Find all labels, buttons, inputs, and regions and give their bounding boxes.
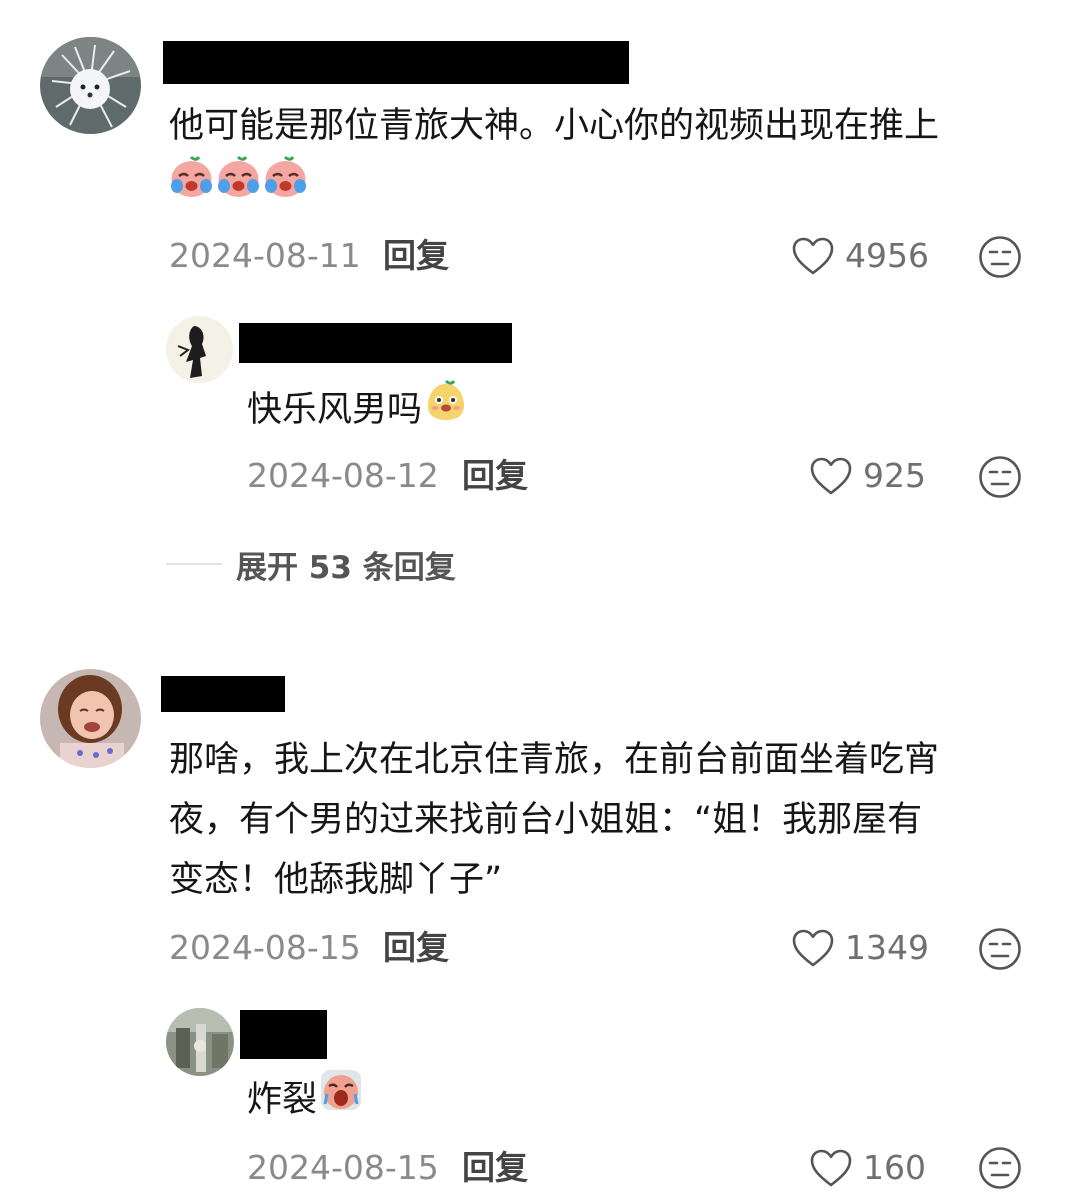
comment-text: 他可能是那位青旅大神。小心你的视频出现在推上 bbox=[169, 96, 939, 156]
redacted-username bbox=[161, 676, 285, 712]
comment-text-line: 那啥，我上次在北京住青旅，在前台前面坐着吃宵 bbox=[169, 740, 940, 780]
like-count: 925 bbox=[863, 456, 926, 495]
reply-date: 2024-08-15 bbox=[247, 1148, 439, 1187]
expand-replies-button[interactable]: 展开 53 条回复 bbox=[166, 540, 456, 588]
redacted-username bbox=[240, 1010, 327, 1059]
avatar[interactable] bbox=[40, 669, 141, 768]
like-button[interactable]: 4956 bbox=[791, 232, 929, 280]
reply-text-row: 炸裂 bbox=[247, 1068, 363, 1131]
like-count: 4956 bbox=[845, 236, 929, 275]
crying-face-emoji bbox=[169, 154, 214, 210]
reply-button[interactable]: 回复 bbox=[383, 928, 449, 968]
divider bbox=[166, 563, 222, 565]
reply-text: 炸裂 bbox=[247, 1079, 318, 1120]
heart-icon bbox=[810, 457, 852, 495]
heart-icon bbox=[792, 237, 834, 275]
heart-icon bbox=[792, 929, 834, 967]
wailing-face-emoji bbox=[319, 1068, 363, 1131]
avatar[interactable] bbox=[166, 1008, 234, 1076]
smirk-face-emoji bbox=[424, 378, 468, 441]
comment-date: 2024-08-11 bbox=[169, 236, 361, 275]
redacted-username bbox=[239, 323, 512, 363]
reply-text-row: 快乐风男吗 bbox=[247, 378, 468, 441]
comment-text-line: 他可能是那位青旅大神。小心你的视频出现在推上 bbox=[169, 106, 940, 146]
reply-button[interactable]: 回复 bbox=[383, 236, 449, 276]
comment-date: 2024-08-15 bbox=[169, 928, 361, 967]
crying-face-emoji bbox=[216, 154, 261, 210]
comment-text: 那啥，我上次在北京住青旅，在前台前面坐着吃宵 夜，有个男的过来找前台小姐姐：“姐… bbox=[169, 730, 939, 910]
dislike-icon[interactable] bbox=[978, 235, 1022, 279]
redacted-username bbox=[163, 41, 629, 84]
comment-text-line: 夜，有个男的过来找前台小姐姐：“姐！我那屋有 bbox=[169, 800, 923, 840]
reply-button[interactable]: 回复 bbox=[462, 1148, 528, 1188]
dislike-icon[interactable] bbox=[978, 455, 1022, 499]
dislike-icon[interactable] bbox=[978, 1146, 1022, 1190]
expand-replies-label: 展开 53 条回复 bbox=[236, 549, 456, 586]
like-button[interactable]: 160 bbox=[809, 1144, 926, 1192]
like-count: 1349 bbox=[845, 928, 929, 967]
reply-button[interactable]: 回复 bbox=[462, 456, 528, 496]
like-button[interactable]: 925 bbox=[809, 452, 926, 500]
reply-text: 快乐风男吗 bbox=[247, 389, 423, 430]
reply-date: 2024-08-12 bbox=[247, 456, 439, 495]
emoji-row bbox=[169, 155, 308, 210]
like-count: 160 bbox=[863, 1148, 926, 1187]
comment-text-line: 变态！他舔我脚丫子” bbox=[169, 860, 503, 900]
avatar[interactable] bbox=[166, 316, 233, 383]
like-button[interactable]: 1349 bbox=[791, 924, 929, 972]
heart-icon bbox=[810, 1149, 852, 1187]
avatar[interactable] bbox=[40, 37, 141, 134]
crying-face-emoji bbox=[263, 154, 308, 210]
dislike-icon[interactable] bbox=[978, 927, 1022, 971]
